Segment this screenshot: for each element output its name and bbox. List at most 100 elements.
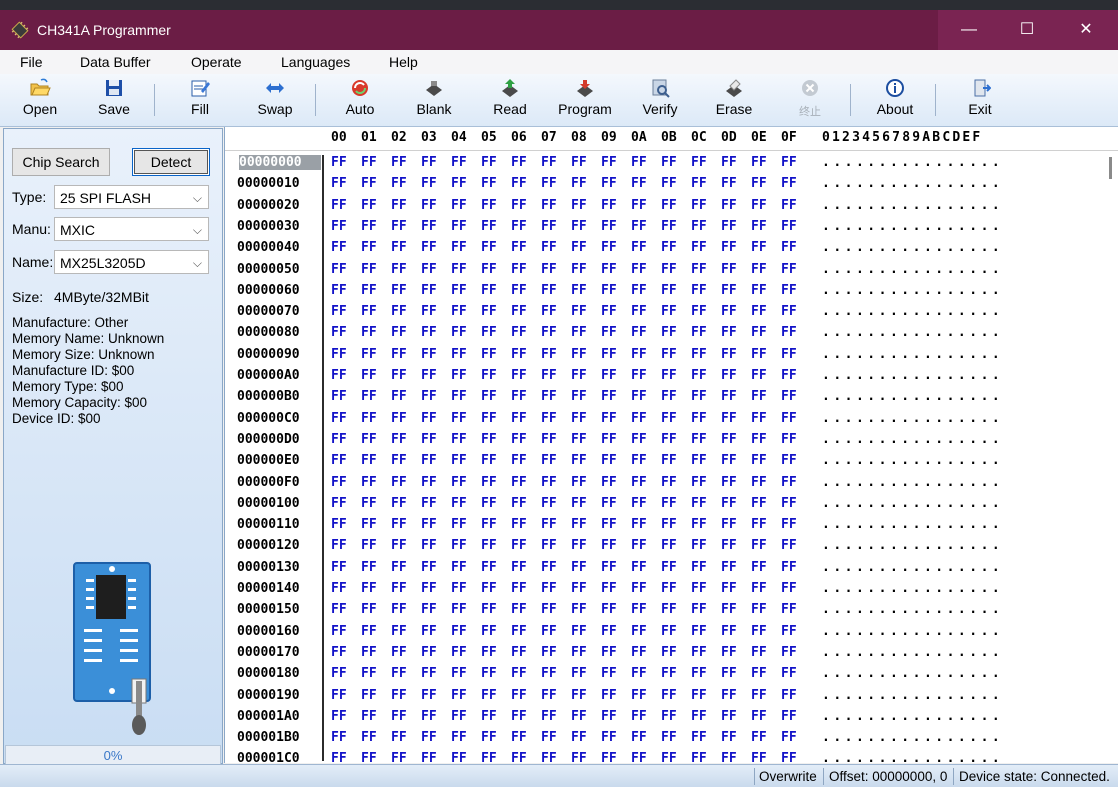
hex-byte[interactable]: FF — [781, 688, 797, 703]
ascii-row[interactable]: ................ — [822, 432, 1003, 447]
hex-byte[interactable]: FF — [781, 347, 797, 362]
hex-byte[interactable]: FF — [571, 368, 587, 383]
hex-byte[interactable]: FF — [571, 283, 587, 298]
hex-byte[interactable]: FF — [631, 538, 647, 553]
hex-byte[interactable]: FF — [571, 624, 587, 639]
hex-byte[interactable]: FF — [511, 560, 527, 575]
hex-byte[interactable]: FF — [421, 538, 437, 553]
hex-byte[interactable]: FF — [781, 176, 797, 191]
hex-byte[interactable]: FF — [721, 666, 737, 681]
hex-byte[interactable]: FF — [751, 453, 767, 468]
hex-byte[interactable]: FF — [691, 538, 707, 553]
hex-byte[interactable]: FF — [361, 645, 377, 660]
hex-byte[interactable]: FF — [421, 411, 437, 426]
stop-button[interactable]: 终止 — [790, 74, 830, 126]
hex-byte[interactable]: FF — [511, 240, 527, 255]
hex-byte[interactable]: FF — [481, 730, 497, 745]
hex-byte[interactable]: FF — [421, 432, 437, 447]
hex-byte[interactable]: FF — [451, 389, 467, 404]
hex-byte[interactable]: FF — [391, 560, 407, 575]
hex-byte[interactable]: FF — [481, 709, 497, 724]
hex-byte[interactable]: FF — [331, 262, 347, 277]
hex-byte[interactable]: FF — [361, 347, 377, 362]
hex-byte[interactable]: FF — [571, 581, 587, 596]
swap-button[interactable]: Swap — [254, 74, 296, 126]
hex-byte[interactable]: FF — [541, 475, 557, 490]
hex-byte[interactable]: FF — [781, 219, 797, 234]
hex-byte[interactable]: FF — [601, 347, 617, 362]
hex-byte[interactable]: FF — [631, 262, 647, 277]
ascii-row[interactable]: ................ — [822, 624, 1003, 639]
ascii-row[interactable]: ................ — [822, 389, 1003, 404]
hex-byte[interactable]: FF — [721, 368, 737, 383]
hex-byte[interactable]: FF — [721, 581, 737, 596]
hex-byte[interactable]: FF — [391, 666, 407, 681]
hex-byte[interactable]: FF — [541, 645, 557, 660]
hex-byte[interactable]: FF — [601, 475, 617, 490]
hex-byte[interactable]: FF — [661, 688, 677, 703]
hex-byte[interactable]: FF — [541, 240, 557, 255]
hex-byte[interactable]: FF — [331, 538, 347, 553]
ascii-row[interactable]: ................ — [822, 368, 1003, 383]
ascii-row[interactable]: ................ — [822, 517, 1003, 532]
hex-byte[interactable]: FF — [361, 155, 377, 170]
hex-byte[interactable]: FF — [541, 666, 557, 681]
hex-byte[interactable]: FF — [451, 240, 467, 255]
hex-byte[interactable]: FF — [601, 198, 617, 213]
hex-byte[interactable]: FF — [601, 709, 617, 724]
hex-byte[interactable]: FF — [451, 517, 467, 532]
ascii-row[interactable]: ................ — [822, 453, 1003, 468]
hex-byte[interactable]: FF — [331, 645, 347, 660]
hex-byte[interactable]: FF — [781, 496, 797, 511]
hex-byte[interactable]: FF — [571, 389, 587, 404]
hex-byte[interactable]: FF — [361, 325, 377, 340]
hex-byte[interactable]: FF — [721, 283, 737, 298]
hex-byte[interactable]: FF — [511, 538, 527, 553]
ascii-row[interactable]: ................ — [822, 709, 1003, 724]
hex-byte[interactable]: FF — [511, 347, 527, 362]
hex-byte[interactable]: FF — [541, 538, 557, 553]
blank-button[interactable]: Blank — [414, 74, 454, 126]
hex-byte[interactable]: FF — [481, 538, 497, 553]
hex-byte[interactable]: FF — [451, 432, 467, 447]
hex-byte[interactable]: FF — [661, 709, 677, 724]
hex-byte[interactable]: FF — [481, 304, 497, 319]
hex-byte[interactable]: FF — [751, 368, 767, 383]
hex-byte[interactable]: FF — [481, 155, 497, 170]
hex-byte[interactable]: FF — [511, 709, 527, 724]
hex-byte[interactable]: FF — [691, 198, 707, 213]
hex-byte[interactable]: FF — [661, 666, 677, 681]
hex-byte[interactable]: FF — [421, 219, 437, 234]
hex-byte[interactable]: FF — [391, 602, 407, 617]
hex-byte[interactable]: FF — [601, 155, 617, 170]
hex-byte[interactable]: FF — [331, 475, 347, 490]
hex-byte[interactable]: FF — [691, 709, 707, 724]
hex-byte[interactable]: FF — [361, 709, 377, 724]
hex-byte[interactable]: FF — [391, 645, 407, 660]
ascii-row[interactable]: ................ — [822, 602, 1003, 617]
hex-byte[interactable]: FF — [691, 262, 707, 277]
fill-button[interactable]: Fill — [180, 74, 220, 126]
hex-byte[interactable]: FF — [571, 666, 587, 681]
hex-byte[interactable]: FF — [601, 389, 617, 404]
hex-byte[interactable]: FF — [541, 602, 557, 617]
hex-byte[interactable]: FF — [511, 304, 527, 319]
hex-byte[interactable]: FF — [421, 453, 437, 468]
hex-byte[interactable]: FF — [631, 155, 647, 170]
hex-byte[interactable]: FF — [751, 389, 767, 404]
hex-byte[interactable]: FF — [331, 624, 347, 639]
hex-byte[interactable]: FF — [571, 304, 587, 319]
hex-byte[interactable]: FF — [751, 325, 767, 340]
hex-byte[interactable]: FF — [361, 624, 377, 639]
hex-byte[interactable]: FF — [451, 624, 467, 639]
hex-byte[interactable]: FF — [451, 283, 467, 298]
hex-byte[interactable]: FF — [361, 368, 377, 383]
ascii-row[interactable]: ................ — [822, 240, 1003, 255]
hex-byte[interactable]: FF — [451, 219, 467, 234]
hex-byte[interactable]: FF — [331, 581, 347, 596]
hex-byte[interactable]: FF — [481, 645, 497, 660]
hex-byte[interactable]: FF — [361, 176, 377, 191]
hex-byte[interactable]: FF — [541, 581, 557, 596]
hex-byte[interactable]: FF — [421, 624, 437, 639]
hex-byte[interactable]: FF — [361, 538, 377, 553]
